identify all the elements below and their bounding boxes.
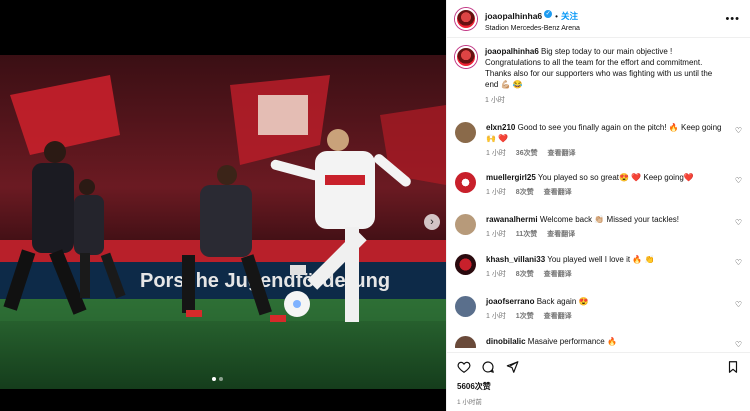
- avatar[interactable]: [455, 214, 476, 235]
- translate-link[interactable]: 查看翻译: [547, 231, 575, 238]
- heart-icon[interactable]: ♡: [735, 218, 742, 227]
- comment-likes[interactable]: 36次赞: [516, 150, 538, 157]
- comment-icon[interactable]: [481, 360, 495, 374]
- comment-likes[interactable]: 11次赞: [516, 231, 537, 238]
- comment-likes[interactable]: 8次赞: [516, 189, 534, 196]
- list-item: khash_villani33 You played well I love i…: [455, 254, 742, 280]
- comment-username[interactable]: rawanalhermi: [486, 215, 538, 224]
- heart-icon[interactable]: ♡: [735, 126, 742, 135]
- heart-icon[interactable]: ♡: [735, 300, 742, 309]
- list-item: elxn210 Good to see you finally again on…: [455, 122, 742, 159]
- list-item: muellergirl25 You played so so great😍 ❤️…: [455, 172, 742, 198]
- more-horizontal-icon[interactable]: •••: [725, 13, 740, 25]
- avatar[interactable]: [455, 254, 476, 275]
- carousel-indicator: [212, 377, 223, 381]
- football-photo-illustration: Porsche Jugendförderung: [0, 55, 446, 389]
- comment-text: Masaive performance 🔥: [527, 337, 617, 346]
- comment-time: 1 小时: [486, 189, 506, 196]
- comment-username[interactable]: dinobilalic: [486, 337, 526, 346]
- avatar[interactable]: [455, 336, 476, 348]
- post-photo[interactable]: Porsche Jugendförderung: [0, 55, 446, 389]
- post-viewer: Porsche Jugendförderung › joaopalhinha6 …: [0, 0, 750, 411]
- action-bar: [447, 352, 750, 380]
- comment-text: Welcome back 👏🏼 Missed your tackles!: [539, 215, 680, 224]
- post-header: joaopalhinha6 ✓ • 关注 Stadion Mercedes-Benz …: [447, 0, 750, 38]
- carousel-dot-active: [212, 377, 216, 381]
- heart-icon[interactable]: [457, 360, 471, 374]
- comment-text: Back again 😍: [536, 297, 589, 306]
- comment-time: 1 小时: [486, 231, 506, 238]
- avatar[interactable]: [455, 172, 476, 193]
- list-item: dinobilalic Masaive performance 🔥 ♡: [455, 336, 742, 348]
- location-link[interactable]: Stadion Mercedes-Benz Arena: [485, 25, 580, 32]
- like-count[interactable]: 5606次赞: [457, 381, 491, 392]
- list-item: rawanalhermi Welcome back 👏🏼 Missed your…: [455, 214, 742, 240]
- comment-likes[interactable]: 8次赞: [516, 271, 534, 278]
- comment-time: 1 小时: [486, 150, 506, 157]
- comment-username[interactable]: muellergirl25: [486, 173, 536, 182]
- comment-username[interactable]: joaofserrano: [486, 297, 534, 306]
- comment-text: Good to see you finally again on the pit…: [486, 123, 722, 143]
- bookmark-icon[interactable]: [726, 360, 740, 374]
- verified-badge-icon: ✓: [544, 10, 553, 19]
- translate-link[interactable]: 查看翻译: [544, 189, 572, 196]
- media-pane: Porsche Jugendförderung ›: [0, 0, 446, 411]
- heart-icon[interactable]: ♡: [735, 340, 742, 348]
- comment-likes[interactable]: 1次赞: [516, 313, 534, 320]
- heart-icon[interactable]: ♡: [735, 258, 742, 267]
- comment-time: 1 小时: [486, 271, 506, 278]
- avatar[interactable]: [455, 296, 476, 317]
- caption-time: 1 小时: [485, 97, 505, 104]
- chevron-right-icon: ›: [430, 216, 434, 228]
- comment-text: You played well I love it 🔥 👏: [547, 255, 655, 264]
- follow-button[interactable]: 关注: [561, 11, 578, 21]
- translate-link[interactable]: 查看翻译: [548, 150, 576, 157]
- comment-username[interactable]: elxn210: [486, 123, 515, 132]
- list-item: joaofserrano Back again 😍 1 小时 1次赞 查看翻译 …: [455, 296, 742, 322]
- avatar[interactable]: [455, 46, 477, 68]
- separator: •: [555, 11, 558, 21]
- post-caption: joaopalhinha6 Big step today to our main…: [447, 38, 750, 106]
- caption-username[interactable]: joaopalhinha6: [485, 47, 539, 56]
- translate-link[interactable]: 查看翻译: [544, 271, 572, 278]
- post-time: 1 小时前: [457, 399, 482, 406]
- carousel-next-button[interactable]: ›: [424, 214, 440, 230]
- comment-text: You played so so great😍 ❤️ Keep going❤️: [537, 173, 694, 182]
- translate-link[interactable]: 查看翻译: [544, 313, 572, 320]
- carousel-dot: [219, 377, 223, 381]
- comments-scroll[interactable]: joaopalhinha6 Big step today to our main…: [447, 38, 750, 348]
- comment-time: 1 小时: [486, 313, 506, 320]
- avatar[interactable]: [455, 122, 476, 143]
- send-icon[interactable]: [505, 360, 519, 374]
- avatar[interactable]: [455, 7, 477, 30]
- comment-username[interactable]: khash_villani33: [486, 255, 545, 264]
- heart-icon[interactable]: ♡: [735, 176, 742, 185]
- post-side-panel: joaopalhinha6 ✓ • 关注 Stadion Mercedes-Benz …: [446, 0, 750, 411]
- header-username[interactable]: joaopalhinha6: [485, 11, 542, 21]
